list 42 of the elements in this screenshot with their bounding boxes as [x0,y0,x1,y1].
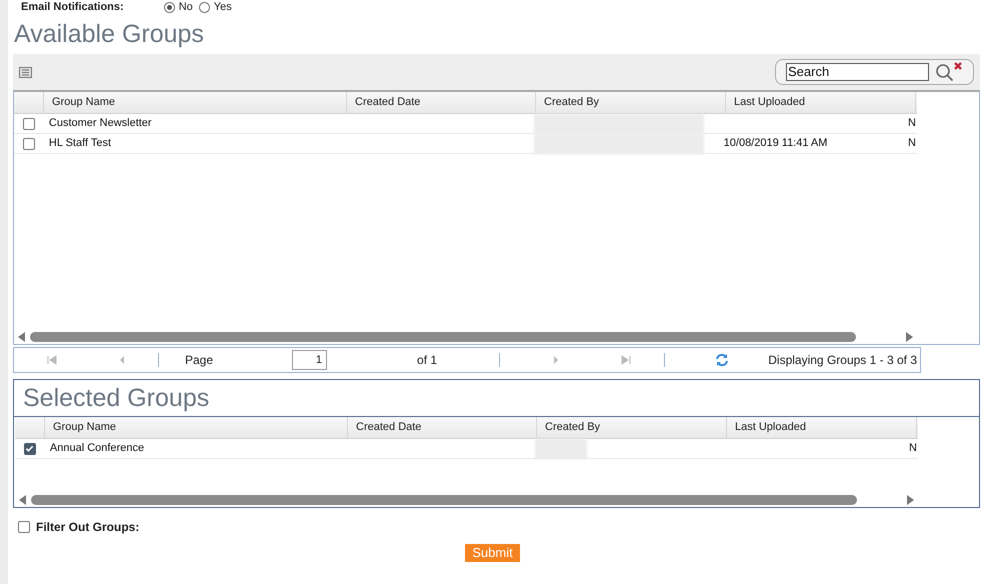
radio-button[interactable] [164,2,175,12]
search-icon[interactable] [935,63,955,81]
column-header[interactable]: Last Uploaded [726,92,916,113]
table-cell-text: N [908,136,917,152]
table-cell-text: Customer Newsletter [48,116,153,132]
checkbox-label: Filter Out Groups: [36,519,140,536]
table-cell-text: N [908,116,917,132]
column-header[interactable]: Created Date [348,417,537,438]
checkmark-icon [25,444,34,453]
radio-button[interactable] [198,2,210,12]
column-header[interactable]: Created By [537,417,727,438]
table-cell-text: 10/08/2019 11:41 AM [724,136,828,152]
scroll-left-icon[interactable] [19,495,27,505]
list-icon[interactable] [19,66,32,78]
refresh-icon[interactable] [715,353,730,367]
column-header[interactable]: Created Date [347,92,536,113]
checkbox[interactable] [22,138,35,150]
radio-label: No [178,0,193,15]
radio-label: Yes [214,0,232,15]
scroll-right-icon[interactable] [905,332,913,342]
checkbox[interactable] [18,521,30,533]
scroll-left-icon[interactable] [18,332,26,342]
column-header[interactable]: Group Name [45,417,348,438]
page-count: of 1 [417,352,438,369]
page-number-field[interactable]: 1 [292,350,328,370]
column-header[interactable]: Group Name [44,92,347,113]
column-header[interactable]: Last Uploaded [727,417,917,438]
scroll-right-icon[interactable] [906,495,914,505]
checkbox[interactable] [24,442,36,454]
page-label: Page [185,352,214,369]
table-cell-text: N [909,441,918,456]
page-status: Displaying Groups 1 - 3 of 3 [768,352,918,369]
field-label: Email Notifications: [21,0,124,15]
close-icon[interactable] [953,61,963,71]
column-header[interactable]: Created By [536,92,726,113]
table-cell-text: Annual Conference [48,441,146,456]
section-title: Available Groups [14,19,205,50]
scrollbar-thumb[interactable] [30,332,856,342]
checkbox[interactable] [22,118,35,130]
scrollbar-thumb[interactable] [31,495,857,505]
table-cell-text: HL Staff Test [48,136,112,152]
search-field[interactable]: Search [786,63,929,81]
